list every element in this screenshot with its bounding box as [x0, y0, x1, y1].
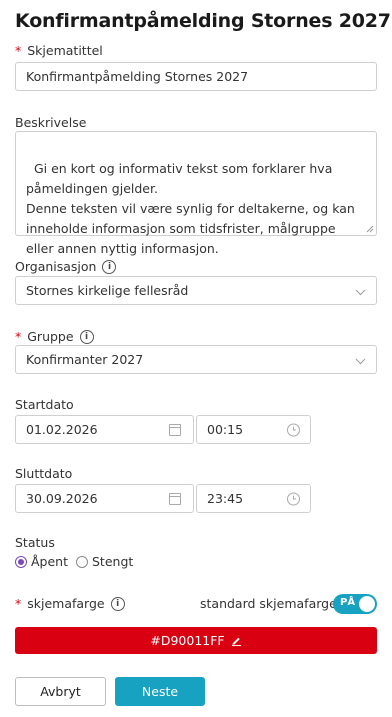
end-date-value: 30.09.2026: [26, 491, 98, 506]
description-value: Gi en kort og informativ tekst som forkl…: [26, 161, 355, 256]
info-icon[interactable]: i: [110, 596, 125, 611]
resize-handle-icon[interactable]: [366, 225, 374, 233]
end-date-input[interactable]: 30.09.2026: [15, 484, 194, 513]
title-input[interactable]: Konfirmantpåmelding Stornes 2027: [15, 62, 377, 91]
pencil-icon: [231, 637, 241, 646]
clock-icon[interactable]: [287, 492, 300, 505]
end-time-value: 23:45: [207, 491, 244, 506]
description-label: Beskrivelse: [15, 115, 86, 130]
calendar-icon[interactable]: [169, 423, 181, 436]
color-value: #D90011FF: [150, 633, 225, 648]
standard-color-toggle[interactable]: PÅ: [333, 594, 377, 614]
title-input-value: Konfirmantpåmelding Stornes 2027: [26, 69, 249, 84]
description-textarea[interactable]: Gi en kort og informativ tekst som forkl…: [15, 131, 377, 256]
status-label-text: Status: [15, 535, 55, 550]
description-label-text: Beskrivelse: [15, 115, 87, 130]
start-date-input[interactable]: 01.02.2026: [15, 415, 194, 444]
organisation-label: Organisasjon i: [15, 259, 117, 274]
group-select[interactable]: Konfirmanter 2027: [15, 345, 377, 374]
title-field-label-text: Skjematittel: [27, 43, 103, 58]
color-picker-button[interactable]: #D90011FF: [15, 627, 377, 654]
color-label: * skjemafarge i: [15, 596, 125, 611]
toggle-knob: [359, 596, 375, 612]
start-date-label: Startdato: [15, 397, 74, 412]
toggle-state-text: PÅ: [340, 597, 356, 608]
standard-color-label: standard skjemafarge: [200, 596, 337, 611]
status-label: Status: [15, 535, 55, 550]
start-date-label-text: Startdato: [15, 397, 74, 412]
group-label-text: Gruppe: [27, 329, 74, 344]
end-time-input[interactable]: 23:45: [196, 484, 311, 513]
page-title: Konfirmantpåmelding Stornes 2027: [15, 10, 391, 32]
group-select-value: Konfirmanter 2027: [26, 352, 144, 367]
status-radio-open[interactable]: [15, 555, 27, 568]
info-icon[interactable]: i: [79, 329, 94, 344]
end-date-label: Sluttdato: [15, 466, 72, 481]
color-label-text: skjemafarge: [27, 596, 105, 611]
organisation-select-value: Stornes kirkelige fellesråd: [26, 283, 189, 298]
group-label: * Gruppe i: [15, 329, 94, 344]
start-time-value: 00:15: [207, 422, 244, 437]
status-radio-closed[interactable]: [76, 555, 88, 568]
title-field-label: * Skjematittel: [15, 43, 103, 58]
status-option-open-label[interactable]: Åpent: [31, 554, 68, 569]
required-marker: *: [15, 596, 22, 611]
start-time-input[interactable]: 00:15: [196, 415, 311, 444]
organisation-select[interactable]: Stornes kirkelige fellesråd: [15, 276, 377, 305]
cancel-button[interactable]: Avbryt: [15, 677, 106, 706]
chevron-down-icon: [355, 284, 366, 295]
status-option-closed-label[interactable]: Stengt: [92, 554, 133, 569]
required-marker: *: [15, 43, 22, 58]
end-date-label-text: Sluttdato: [15, 466, 73, 481]
status-radio-group: Åpent Stengt: [15, 554, 133, 569]
chevron-down-icon: [355, 353, 366, 364]
start-date-value: 01.02.2026: [26, 422, 98, 437]
info-icon[interactable]: i: [102, 259, 117, 274]
organisation-label-text: Organisasjon: [15, 259, 97, 274]
standard-color-label-text: standard skjemafarge: [200, 596, 337, 611]
calendar-icon[interactable]: [169, 492, 181, 505]
required-marker: *: [15, 329, 22, 344]
next-button[interactable]: Neste: [115, 677, 205, 706]
clock-icon[interactable]: [287, 423, 300, 436]
